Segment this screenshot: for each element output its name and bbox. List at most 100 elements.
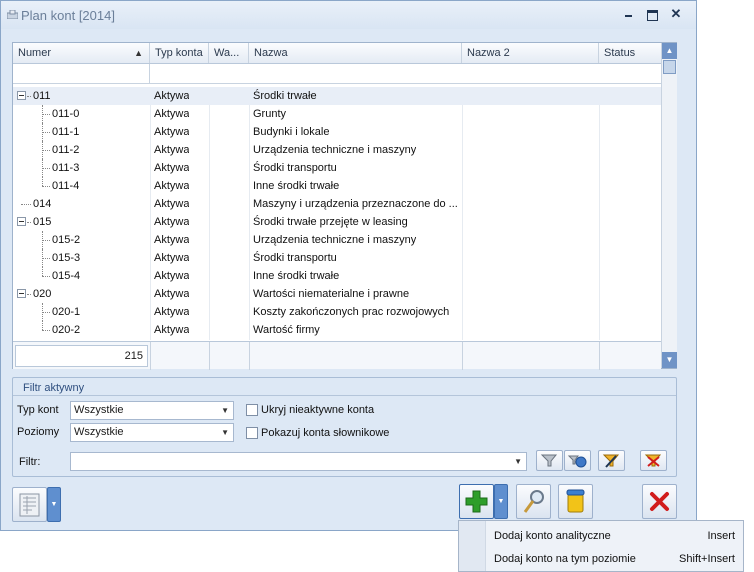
filter-cell-rest[interactable] — [150, 64, 661, 83]
column-header-nazwa-2[interactable]: Nazwa 2 — [462, 43, 599, 63]
table-row[interactable]: 015-3 Aktywa Środki transportu — [13, 249, 661, 267]
scroll-thumb[interactable] — [663, 60, 676, 74]
ukryj-nieaktywne-label[interactable]: Ukryj nieaktywne konta — [261, 404, 374, 416]
close-window-button[interactable]: ✕ — [668, 7, 684, 21]
cell-nazwa: Koszty zakończonych prac rozwojowych — [253, 306, 450, 318]
table-row[interactable]: 020-2 Aktywa Wartość firmy — [13, 321, 661, 339]
add-button[interactable] — [459, 484, 494, 519]
filter-remove-button[interactable] — [640, 450, 667, 471]
table-row[interactable]: 015-2 Aktywa Urządzenia techniczne i maszy… — [13, 231, 661, 249]
filtr-input[interactable]: ▼ — [70, 452, 527, 471]
edit-button[interactable] — [516, 484, 551, 519]
filter-clear-button[interactable] — [564, 450, 591, 471]
cell-nazwa: Budynki i lokale — [253, 126, 330, 138]
column-header-status[interactable]: Status — [599, 43, 661, 63]
poziomy-value: Wszystkie — [74, 426, 124, 438]
accounts-grid[interactable]: Numer ▲ Typ konta Wa... Nazwa Nazwa 2 St… — [12, 42, 677, 370]
tree-collapse-icon[interactable] — [17, 217, 26, 226]
cell-numer: 015-2 — [52, 234, 81, 246]
table-row[interactable]: 011 Aktywa Środki trwałe — [13, 87, 661, 105]
footer-separator — [599, 342, 600, 370]
cell-nazwa: Grunty — [253, 108, 287, 120]
pokazuj-slownikowe-label[interactable]: Pokazuj konta słownikowe — [261, 427, 389, 439]
footer-separator — [462, 342, 463, 370]
menu-item-dodaj-konto-na-tym-poziomie[interactable]: Dodaj konto na tym poziomie Shift+Insert — [459, 548, 743, 570]
filter-panel-title: Filtr aktywny — [23, 382, 85, 394]
ukryj-nieaktywne-checkbox[interactable] — [246, 404, 258, 416]
print-button[interactable] — [12, 487, 47, 522]
cell-nazwa: Inne środki trwałe — [253, 270, 340, 282]
maximize-button[interactable] — [644, 7, 660, 21]
plan-kont-window: Plan kont [2014] ✕ Numer ▲ Typ konta Wa.… — [0, 0, 697, 531]
funnel-eraser-icon — [567, 455, 587, 468]
cell-nazwa: Urządzenia techniczne i maszyny — [253, 234, 417, 246]
cell-numer: 011-2 — [52, 144, 80, 156]
poziomy-select[interactable]: Wszystkie ▼ — [70, 423, 234, 442]
filter-button[interactable] — [536, 450, 563, 471]
scroll-down-button[interactable]: ▼ — [662, 352, 677, 368]
tree-connector — [21, 204, 31, 205]
cell-numer: 011-4 — [52, 180, 80, 192]
pokazuj-slownikowe-checkbox[interactable] — [246, 427, 258, 439]
cell-typ-konta: Aktywa — [154, 234, 190, 246]
filter-construct-button[interactable] — [598, 450, 625, 471]
typ-kont-select[interactable]: Wszystkie ▼ — [70, 401, 234, 420]
trash-button[interactable] — [558, 484, 593, 519]
table-row[interactable]: 014 Aktywa Maszyny i urządzenia przeznaczo… — [13, 195, 661, 213]
print-icon — [19, 493, 40, 517]
menu-item-shortcut: Shift+Insert — [679, 553, 735, 565]
tree-connector — [42, 177, 43, 186]
cell-typ-konta: Aktywa — [154, 90, 190, 102]
grid-filter-row[interactable] — [13, 64, 661, 84]
delete-button[interactable] — [642, 484, 677, 519]
minimize-button[interactable] — [621, 7, 637, 21]
table-row[interactable]: 015 Aktywa Środki trwałe przejęte w leasin… — [13, 213, 661, 231]
cell-typ-konta: Aktywa — [154, 324, 190, 336]
title-bar[interactable]: Plan kont [2014] ✕ — [1, 1, 696, 29]
poziomy-label: Poziomy — [17, 426, 60, 438]
tree-connector — [42, 114, 50, 115]
typ-kont-value: Wszystkie — [74, 404, 124, 416]
cell-typ-konta: Aktywa — [154, 216, 190, 228]
cell-nazwa: Środki trwałe — [253, 90, 317, 102]
column-header-typ-konta[interactable]: Typ konta — [150, 43, 209, 63]
cell-typ-konta: Aktywa — [154, 306, 190, 318]
scroll-up-button[interactable]: ▲ — [662, 43, 677, 59]
table-row[interactable]: 011-1 Aktywa Budynki i lokale — [13, 123, 661, 141]
grid-footer: 215 — [13, 341, 661, 370]
typ-kont-label: Typ kont — [17, 404, 59, 416]
filter-cell-numer[interactable] — [13, 64, 150, 83]
cell-typ-konta: Aktywa — [154, 180, 190, 192]
table-row[interactable]: 011-0 Aktywa Grunty — [13, 105, 661, 123]
table-row[interactable]: 020-1 Aktywa Koszty zakończonych prac rozw… — [13, 303, 661, 321]
cell-typ-konta: Aktywa — [154, 270, 190, 282]
table-row[interactable]: 011-3 Aktywa Środki transportu — [13, 159, 661, 177]
column-header-nazwa[interactable]: Nazwa — [249, 43, 462, 63]
tree-connector — [42, 186, 50, 187]
cell-nazwa: Maszyny i urządzenia przeznaczone do ... — [253, 198, 458, 210]
tree-collapse-icon[interactable] — [17, 91, 26, 100]
cell-numer: 011-3 — [52, 162, 80, 174]
tree-connector — [27, 294, 31, 295]
tree-collapse-icon[interactable] — [17, 289, 26, 298]
table-row[interactable]: 011-4 Aktywa Inne środki trwałe — [13, 177, 661, 195]
column-header-waluta[interactable]: Wa... — [209, 43, 249, 63]
table-row[interactable]: 015-4 Aktywa Inne środki trwałe — [13, 267, 661, 285]
cell-typ-konta: Aktywa — [154, 144, 190, 156]
cell-numer: 014 — [33, 198, 52, 210]
vertical-scrollbar[interactable]: ▲ ▼ — [661, 43, 677, 368]
table-row[interactable]: 020 Aktywa Wartości niematerialne i prawne — [13, 285, 661, 303]
menu-item-dodaj-konto-analityczne[interactable]: Dodaj konto analityczne Insert — [459, 525, 743, 547]
table-row[interactable]: 011-2 Aktywa Urządzenia techniczne i maszy… — [13, 141, 661, 159]
cell-nazwa: Środki transportu — [253, 252, 337, 264]
cell-typ-konta: Aktywa — [154, 288, 190, 300]
add-dropdown-button[interactable]: ▼ — [494, 484, 508, 519]
tree-connector — [27, 96, 31, 97]
cell-typ-konta: Aktywa — [154, 126, 190, 138]
cell-numer: 020 — [33, 288, 52, 300]
record-count: 215 — [15, 345, 148, 367]
menu-item-label: Dodaj konto analityczne — [494, 530, 611, 542]
column-header-numer[interactable]: Numer ▲ — [13, 43, 150, 63]
print-dropdown-button[interactable]: ▼ — [47, 487, 61, 522]
tree-connector — [27, 222, 31, 223]
